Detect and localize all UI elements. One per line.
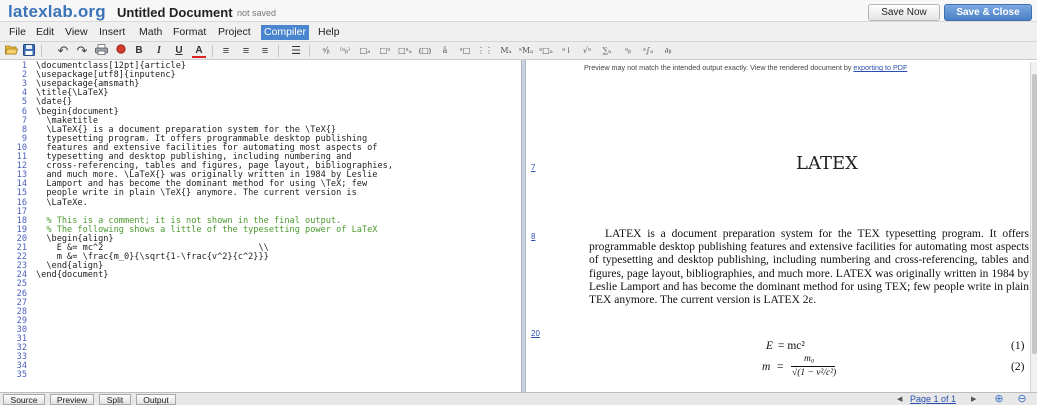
tab-preview[interactable]: Preview — [50, 394, 94, 405]
double-sub-icon[interactable]: ᵃMₐ — [518, 44, 534, 58]
sqrt-icon[interactable]: ᵃ⇂ — [559, 44, 575, 58]
compile-icon[interactable] — [114, 44, 128, 58]
text-color-icon[interactable]: A — [192, 44, 206, 58]
next-page-icon[interactable]: ▶ — [971, 394, 976, 405]
arrow-vector-icon[interactable]: ᵃ□ₐ — [538, 44, 554, 58]
toolbar-separator — [309, 45, 310, 57]
accent-icon[interactable]: ã — [437, 44, 453, 58]
document-title[interactable]: Untitled Document — [117, 5, 233, 20]
menu-project[interactable]: Project — [215, 25, 254, 40]
subscript-icon[interactable]: □ₐ — [357, 44, 373, 58]
menu-edit[interactable]: Edit — [33, 25, 57, 40]
save-and-close-button[interactable]: Save & Close — [944, 4, 1032, 21]
rendered-paragraph: LATEX is a document preparation system f… — [589, 228, 1029, 307]
bold-icon[interactable]: B — [132, 44, 146, 58]
extra-symbol-icon[interactable]: ∂ᵦ — [660, 44, 676, 58]
menu-help[interactable]: Help — [315, 25, 343, 40]
equation-2-equals: = — [777, 361, 784, 373]
save-status: not saved — [237, 8, 277, 18]
zoom-out-icon[interactable]: ⊖ — [1016, 393, 1028, 405]
toolbar-separator — [212, 45, 213, 57]
equation-1-number: (1) — [1011, 340, 1025, 352]
source-line-link[interactable]: 20 — [531, 329, 540, 338]
source-editor[interactable]: 1 \documentclass[12pt]{article} 2 \usepacka… — [0, 60, 521, 392]
page-link[interactable]: Page 1 of 1 — [910, 394, 956, 404]
code-text: \LaTeXe. — [36, 197, 88, 208]
toolbar-separator — [41, 45, 42, 57]
export-pdf-link[interactable]: exporting to PDF — [853, 63, 907, 72]
menu-format[interactable]: Format — [170, 25, 209, 40]
underline-icon[interactable]: U — [172, 44, 186, 58]
menu-compiler[interactable]: Compiler — [261, 25, 310, 40]
preview-scrollbar[interactable] — [1030, 62, 1037, 392]
zoom-in-icon[interactable]: ⊕ — [993, 393, 1005, 405]
menu-bar: File Edit View Insert Math Format Projec… — [0, 22, 1037, 42]
align-right-icon[interactable]: ≡ — [258, 44, 272, 58]
save-disk-icon[interactable] — [22, 44, 36, 58]
equation-2-number: (2) — [1011, 361, 1025, 373]
equation-2-numerator: m₀ — [804, 354, 815, 364]
sub-superscript-icon[interactable]: □ᵃₐ — [397, 44, 413, 58]
print-icon[interactable] — [94, 44, 108, 58]
preview-notice-text: Preview may not match the intended outpu… — [584, 63, 852, 72]
tab-output[interactable]: Output — [136, 394, 176, 405]
equation-1-lhs: E — [766, 340, 774, 352]
tab-split[interactable]: Split — [99, 394, 131, 405]
rendered-title-text: LATEX — [796, 153, 858, 174]
superscript-icon[interactable]: □ᵃ — [377, 44, 393, 58]
redo-icon[interactable]: ↷ — [75, 44, 89, 58]
menu-file[interactable]: File — [6, 25, 29, 40]
sum-icon[interactable]: √ᵃ — [579, 44, 595, 58]
misc-symbol-icon[interactable]: ᵃ∫ₐ — [640, 44, 656, 58]
save-now-button[interactable]: Save Now — [868, 4, 940, 21]
toolbar-separator — [278, 45, 279, 57]
toolbar: ↶ ↷ B I U A ≡ ≡ ≡ ☰ ᵃ⁄ᵦ ⁽ᵃᵦ⁾ □ₐ □ᵃ □ᵃₐ ⦅… — [0, 42, 1037, 60]
source-line-link[interactable]: 8 — [531, 232, 535, 241]
line-number: 35 — [16, 370, 27, 381]
document-rendered-title: LATEX — [796, 153, 858, 174]
equation-1-rhs: = mc² — [778, 340, 805, 352]
integral-icon[interactable]: ∑ₙ — [599, 44, 615, 58]
binomial-icon[interactable]: ⁽ᵃᵦ⁾ — [337, 44, 353, 58]
preview-pane: Preview may not match the intended outpu… — [526, 60, 1037, 392]
bottom-bar: Source Preview Split Output ◀ Page 1 of … — [0, 392, 1037, 405]
page-indicator[interactable]: Page 1 of 1 — [910, 394, 956, 405]
title-bar: latexlab.org Untitled Document not saved… — [0, 0, 1037, 22]
folder-open-icon[interactable] — [4, 44, 18, 58]
menu-view[interactable]: View — [62, 25, 91, 40]
source-line-link[interactable]: 7 — [531, 163, 535, 172]
tab-source[interactable]: Source — [3, 394, 45, 405]
menu-insert[interactable]: Insert — [96, 25, 128, 40]
align-left-icon[interactable]: ≡ — [219, 44, 233, 58]
overline-icon[interactable]: ᵃ□ — [457, 44, 473, 58]
over-under-icon[interactable]: ⦅□⦆ — [417, 44, 433, 58]
scrollbar-thumb[interactable] — [1032, 74, 1037, 354]
site-logo[interactable]: latexlab.org — [8, 2, 106, 22]
prev-page-icon[interactable]: ◀ — [897, 394, 902, 405]
matrix-icon[interactable]: ⋮⋮ — [477, 44, 493, 58]
fraction-icon[interactable]: ᵃ⁄ᵦ — [318, 44, 334, 58]
equation-2-lhs: m — [762, 361, 771, 373]
italic-icon[interactable]: I — [152, 44, 166, 58]
undo-icon[interactable]: ↶ — [56, 44, 70, 58]
bullet-list-icon[interactable]: ☰ — [289, 44, 303, 58]
mid-index-icon[interactable]: Mₐ — [498, 44, 514, 58]
align-center-icon[interactable]: ≡ — [239, 44, 253, 58]
prod-icon[interactable]: ᵃᵦ — [620, 44, 636, 58]
fraction-bar — [791, 366, 835, 367]
code-text: \end{document} — [36, 270, 109, 281]
menu-math[interactable]: Math — [136, 25, 165, 40]
equation-2-denominator: √(1 − v²/c²) — [792, 368, 837, 378]
preview-notice: Preview may not match the intended outpu… — [584, 63, 907, 72]
